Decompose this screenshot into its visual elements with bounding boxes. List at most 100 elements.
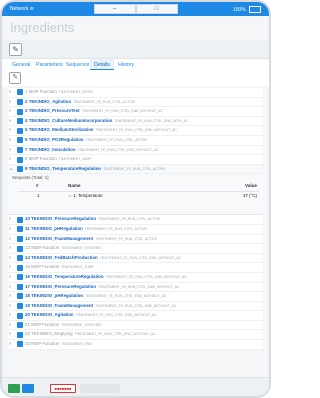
divider (18, 191, 259, 193)
list-item[interactable]: › 19 TEKINDIO_FoamManagement TRAITEMENT_FE… (8, 302, 263, 312)
list-item[interactable]: › 3 TEKINDIO_PressureTest TRAITEMENT_FE_RU… (8, 107, 263, 117)
list-item[interactable]: ⌄ 9 TEKINDIO_TemperatureRegulation TRAITEM… (8, 164, 263, 175)
step-type: TRAITEMENT_FE_RUN_CTRL_ACTIVE (98, 217, 161, 222)
list-item-text: 21 MOP Function TRAITEMENT_SYNCHRO (25, 321, 263, 330)
chevron-right-icon[interactable]: › (9, 136, 15, 145)
step-type: TRAITEMENT_FE_RUN_CTRL_END_WITH_AC (114, 118, 189, 123)
delete-button[interactable]: ■■■■■■■ (50, 384, 76, 393)
chevron-right-icon[interactable]: › (9, 273, 15, 282)
save-button[interactable] (22, 384, 34, 393)
row-index: 1 (37, 193, 40, 199)
step-name: TEKINDIO_PressureTest (28, 108, 80, 114)
chevron-right-icon[interactable]: › (9, 225, 15, 234)
chevron-down-icon[interactable]: ⌄ (9, 165, 15, 174)
step-icon (17, 341, 23, 348)
confirm-button[interactable] (8, 384, 20, 393)
step-name: TEKINDIO_TemperatureRegulation (28, 165, 102, 171)
list-item-text: 7 TEKINDIO_Inoculation TRAITEMENT_FE_RUN_… (25, 146, 263, 155)
step-number: 19 (25, 302, 30, 308)
battery-status: 100% (233, 5, 261, 13)
step-name: TEKINDIO_pHRegulation (30, 225, 83, 231)
list-item[interactable]: › 6 TEKINDIO_PO2Regulation TRAITEMENT_FE_R… (8, 136, 263, 146)
list-item[interactable]: › 20 TEKINDIO_Agitation TRAITEMENT_FE_RUN_… (8, 311, 263, 321)
window-controls: – □ (93, 4, 178, 14)
chevron-right-icon[interactable]: › (9, 311, 15, 320)
chevron-right-icon[interactable]: › (9, 98, 15, 107)
list-item-text: 16 TEKINDIO_TemperatureRegulation TRAITEM… (25, 273, 263, 282)
step-type: TRAITEMENT_FE_RUN_CTRL_ACTIVE (73, 99, 136, 104)
list-item[interactable]: › 10 TEKINDIO_PressureRegulation TRAITEMEN… (8, 215, 263, 225)
step-type: TRAITEMENT_FE_RUN_CTRL_END_WITHOUT_AC (105, 274, 187, 279)
column-header-name: Name (68, 183, 81, 189)
step-number: 18 (25, 293, 30, 299)
minimize-button[interactable]: – (93, 4, 136, 14)
table-row[interactable]: 1 ♨ 1. Temperature 37 (°C) (18, 193, 259, 202)
edit-details-icon[interactable]: ✎ (9, 72, 21, 84)
list-item[interactable]: › 21 MOP Function TRAITEMENT_SYNCHRO (8, 321, 263, 331)
step-number: 2 (25, 98, 28, 104)
step-icon (17, 146, 23, 153)
list-item-text: 20 TEKINDIO_Agitation TRAITEMENT_FE_RUN_C… (25, 311, 263, 320)
chevron-right-icon[interactable]: › (9, 263, 15, 272)
step-number: 11 (25, 225, 30, 231)
list-item[interactable]: › 12 TEKINDIO_FoamManagement TRAITEMENT_FE… (8, 235, 263, 245)
step-icon (17, 303, 23, 310)
list-item[interactable]: › 16 TEKINDIO_TemperatureRegulation TRAITE… (8, 273, 263, 283)
step-number: 7 (25, 146, 28, 152)
chevron-right-icon[interactable]: › (9, 330, 15, 339)
step-number: 1 (25, 89, 28, 94)
step-number: 16 (25, 273, 30, 279)
list-item[interactable]: › 5 TEKINDIO_MediumSterilization TRAITEMEN… (8, 126, 263, 136)
chevron-right-icon[interactable]: › (9, 117, 15, 126)
thermometer-icon: ♨ (68, 193, 74, 199)
maximize-button[interactable]: □ (135, 4, 178, 14)
step-type: TRAITEMENT_SYNCHRO (61, 246, 102, 251)
list-item[interactable]: › 1 MOP Function TRAITEMENT_BEGIN (8, 88, 263, 98)
list-item[interactable]: › 8 MOP Function TRAITEMENT_JUMP (8, 155, 263, 165)
step-name: TEKINDIO_FoamManagement (31, 302, 94, 308)
list-item-text: 10 TEKINDIO_PressureRegulation TRAITEMENT… (25, 215, 263, 224)
list-item[interactable]: › 2 TEKINDIO_Agitation TRAITEMENT_FE_RUN_C… (8, 98, 263, 108)
list-item[interactable]: › 15 MOP Function TRAITEMENT_JUMP (8, 263, 263, 273)
edit-icon[interactable]: ✎ (9, 43, 22, 56)
chevron-right-icon[interactable]: › (9, 155, 15, 164)
step-icon (17, 264, 23, 271)
chevron-right-icon[interactable]: › (9, 215, 15, 224)
chevron-right-icon[interactable]: › (9, 302, 15, 311)
list-item[interactable]: › 22 TEKINDIO_Emptying TRAITEMENT_FE_RUN_C… (8, 330, 263, 341)
step-name: TEKINDIO_CultureMediumIncorporation (28, 117, 113, 123)
chevron-right-icon[interactable]: › (9, 321, 15, 330)
chevron-right-icon[interactable]: › (9, 283, 15, 292)
list-item[interactable]: › 23 MOP Function TRAITEMENT_END (8, 340, 263, 350)
list-item[interactable]: › 13 MOP Function TRAITEMENT_SYNCHRO (8, 244, 263, 254)
chevron-right-icon[interactable]: › (9, 340, 15, 349)
list-item[interactable]: › 17 TEKINDIO_PressureRegulation TRAITEMEN… (8, 283, 263, 293)
step-type: TRAITEMENT_FE_RUN_CTRL_ACTIVE (84, 226, 147, 231)
list-item[interactable]: › 7 TEKINDIO_Inoculation TRAITEMENT_FE_RUN… (8, 146, 263, 156)
secondary-button[interactable] (80, 384, 120, 393)
list-item[interactable]: › 4 TEKINDIO_CultureMediumIncorporation TR… (8, 117, 263, 127)
list-item-text: 11 TEKINDIO_pHRegulation TRAITEMENT_FE_RU… (25, 225, 263, 234)
step-number: 12 (25, 235, 30, 241)
list-item[interactable]: › 11 TEKINDIO_pHRegulation TRAITEMENT_FE_R… (8, 225, 263, 235)
list-item-text: 4 TEKINDIO_CultureMediumIncorporation TRA… (25, 117, 263, 126)
chevron-right-icon[interactable]: › (9, 146, 15, 155)
chevron-right-icon[interactable]: › (9, 88, 15, 97)
list-item[interactable]: › 14 TEKINDIO_FedBatchProduction TRAITEMEN… (8, 254, 263, 264)
chevron-right-icon[interactable]: › (9, 235, 15, 244)
chevron-right-icon[interactable]: › (9, 292, 15, 301)
list-item-text: 2 TEKINDIO_Agitation TRAITEMENT_FE_RUN_CT… (25, 98, 263, 107)
chevron-right-icon[interactable]: › (9, 244, 15, 253)
step-name: TEKINDIO_FedBatchProduction (31, 254, 98, 260)
setpoint-value: 37 (°C) (243, 193, 257, 199)
list-item-text: 1 MOP Function TRAITEMENT_BEGIN (25, 88, 263, 97)
network-status: Network ≋ (10, 6, 34, 12)
chevron-right-icon[interactable]: › (9, 126, 15, 135)
chevron-right-icon[interactable]: › (9, 107, 15, 116)
list-item[interactable]: › 18 TEKINDIO_pHRegulation TRAITEMENT_FE_R… (8, 292, 263, 302)
step-number: 13 (25, 245, 30, 251)
list-item-text: 5 TEKINDIO_MediumSterilization TRAITEMENT… (25, 126, 263, 135)
chevron-right-icon[interactable]: › (9, 254, 15, 263)
step-number: 6 (25, 136, 28, 142)
step-name: TEKINDIO_Agitation (28, 98, 72, 104)
